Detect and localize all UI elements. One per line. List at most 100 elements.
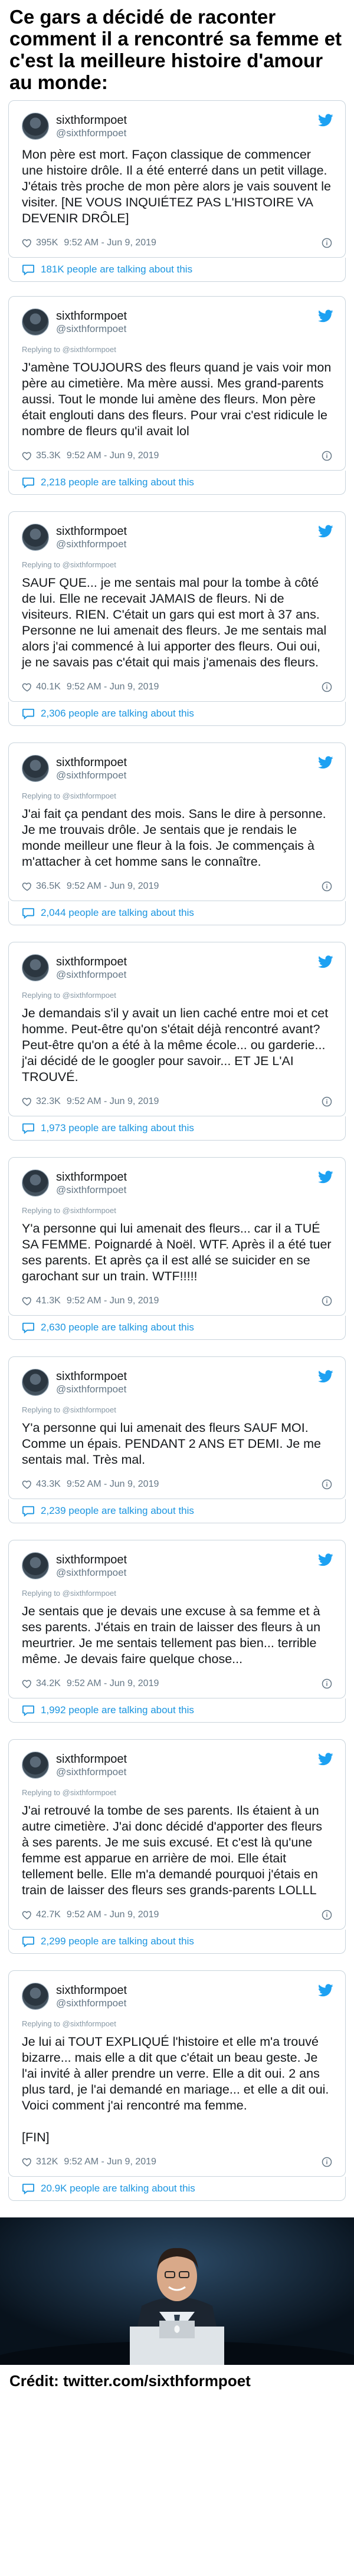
talking-about-link[interactable]: 2,299 people are talking about this [8,1930,346,1954]
heart-icon[interactable] [22,881,32,892]
twitter-icon[interactable] [318,525,333,538]
info-icon[interactable] [322,881,332,892]
talking-about-link[interactable]: 1,992 people are talking about this [8,1698,346,1723]
avatar[interactable] [22,1169,49,1197]
like-count: 32.3K [36,1096,61,1106]
twitter-icon[interactable] [318,955,333,968]
avatar[interactable] [22,1983,49,2010]
info-icon[interactable] [322,682,332,692]
twitter-icon[interactable] [318,310,333,323]
info-icon[interactable] [322,1910,332,1920]
talking-about-link[interactable]: 181K people are talking about this [8,258,346,282]
avatar[interactable] [22,524,49,551]
info-icon[interactable] [322,2157,332,2167]
author-handle[interactable]: @sixthformpoet [56,1184,127,1196]
twitter-icon[interactable] [318,1984,333,1997]
author-handle[interactable]: @sixthformpoet [56,770,127,781]
tweet-card: sixthformpoet @sixthformpoet Replying to @… [8,742,346,901]
tweet-text: Je sentais que je devais une excuse à sa… [22,1604,321,1666]
author-display-name[interactable]: sixthformpoet [56,114,127,127]
info-icon[interactable] [322,1096,332,1107]
author-handle[interactable]: @sixthformpoet [56,323,127,335]
heart-icon[interactable] [22,451,32,461]
author-handle[interactable]: @sixthformpoet [56,1766,127,1778]
info-icon[interactable] [322,1479,332,1490]
author-display-name[interactable]: sixthformpoet [56,1370,127,1384]
author-handle[interactable]: @sixthformpoet [56,127,127,139]
tweet-timestamp[interactable]: 9:52 AM - Jun 9, 2019 [67,1678,159,1689]
talking-about-link[interactable]: 1,973 people are talking about this [8,1116,346,1141]
talking-about-link[interactable]: 2,630 people are talking about this [8,1316,346,1340]
tweet-card: sixthformpoet @sixthformpoet Replying to @… [8,1739,346,1930]
tweet-meta: 312K 9:52 AM - Jun 9, 2019 [22,2155,332,2169]
avatar[interactable] [22,1552,49,1579]
author-display-name[interactable]: sixthformpoet [56,756,127,770]
heart-icon[interactable] [22,1296,32,1306]
twitter-icon[interactable] [318,1171,333,1184]
talking-about-link[interactable]: 20.9K people are talking about this [8,2177,346,2201]
twitter-icon[interactable] [318,114,333,127]
heart-icon[interactable] [22,1910,32,1920]
replying-to-label: Replying to @sixthformpoet [22,1206,116,1215]
tweet-timestamp[interactable]: 9:52 AM - Jun 9, 2019 [64,2157,156,2167]
avatar[interactable] [22,954,49,981]
avatar[interactable] [22,1369,49,1396]
tweet-timestamp[interactable]: 9:52 AM - Jun 9, 2019 [67,1479,159,1490]
heart-icon[interactable] [22,1096,32,1107]
tweet-text: Je demandais s'il y avait un lien caché … [22,1006,329,1084]
author-display-name[interactable]: sixthformpoet [56,310,127,323]
tweet-timestamp[interactable]: 9:52 AM - Jun 9, 2019 [67,451,159,461]
twitter-icon[interactable] [318,1370,333,1383]
author-display-name[interactable]: sixthformpoet [56,525,127,538]
like-count: 35.3K [36,451,61,461]
talking-about-text: 2,239 people are talking about this [41,1505,194,1516]
tweet-timestamp[interactable]: 9:52 AM - Jun 9, 2019 [67,1096,159,1107]
talking-about-link[interactable]: 2,306 people are talking about this [8,702,346,726]
info-icon[interactable] [322,1678,332,1689]
speech-bubble-icon [22,907,35,919]
talking-about-link[interactable]: 2,239 people are talking about this [8,1499,346,1523]
info-icon[interactable] [322,451,332,461]
talking-about-link[interactable]: 2,044 people are talking about this [8,901,346,925]
twitter-icon[interactable] [318,1553,333,1566]
author-handle[interactable]: @sixthformpoet [56,538,127,550]
tweet-text: Je lui ai TOUT EXPLIQUÉ l'histoire et el… [22,2035,329,2144]
author-handle[interactable]: @sixthformpoet [56,1567,127,1579]
heart-icon[interactable] [22,1479,32,1490]
info-icon[interactable] [322,1296,332,1306]
avatar[interactable] [22,308,49,336]
tweet-meta: 41.3K 9:52 AM - Jun 9, 2019 [22,1294,332,1308]
tweet-header: sixthformpoet @sixthformpoet [22,1551,332,1581]
tweet-timestamp[interactable]: 9:52 AM - Jun 9, 2019 [67,682,159,692]
twitter-icon[interactable] [318,756,333,769]
author-display-name[interactable]: sixthformpoet [56,1553,127,1567]
heart-icon[interactable] [22,1678,32,1689]
author-display-name[interactable]: sixthformpoet [56,1753,127,1766]
tweet-text: J'ai fait ça pendant des mois. Sans le d… [22,807,326,869]
heart-icon[interactable] [22,238,32,248]
heart-icon[interactable] [22,682,32,692]
tweet-timestamp[interactable]: 9:52 AM - Jun 9, 2019 [64,238,156,248]
talking-about-text: 1,992 people are talking about this [41,1704,194,1716]
avatar[interactable] [22,113,49,140]
author-handle[interactable]: @sixthformpoet [56,969,127,981]
tweet-text: J'ai retrouvé la tombe de ses parents. I… [22,1803,322,1897]
avatar[interactable] [22,755,49,782]
tweet-card: sixthformpoet @sixthformpoet Replying to @… [8,296,346,471]
author-handle[interactable]: @sixthformpoet [56,1384,127,1395]
tweet-timestamp[interactable]: 9:52 AM - Jun 9, 2019 [67,1296,159,1306]
info-icon[interactable] [322,238,332,248]
talking-about-link[interactable]: 2,218 people are talking about this [8,471,346,495]
tweet-text: Y'a personne qui lui amenait des fleurs.… [22,1221,332,1283]
tweet-timestamp[interactable]: 9:52 AM - Jun 9, 2019 [67,881,159,892]
author-handle[interactable]: @sixthformpoet [56,1997,127,2009]
heart-icon[interactable] [22,2157,32,2167]
talking-about-text: 181K people are talking about this [41,264,193,275]
author-display-name[interactable]: sixthformpoet [56,1984,127,1997]
talking-about-text: 2,218 people are talking about this [41,477,194,488]
tweet-timestamp[interactable]: 9:52 AM - Jun 9, 2019 [67,1910,159,1920]
author-display-name[interactable]: sixthformpoet [56,955,127,969]
author-display-name[interactable]: sixthformpoet [56,1171,127,1184]
avatar[interactable] [22,1752,49,1779]
twitter-icon[interactable] [318,1753,333,1766]
